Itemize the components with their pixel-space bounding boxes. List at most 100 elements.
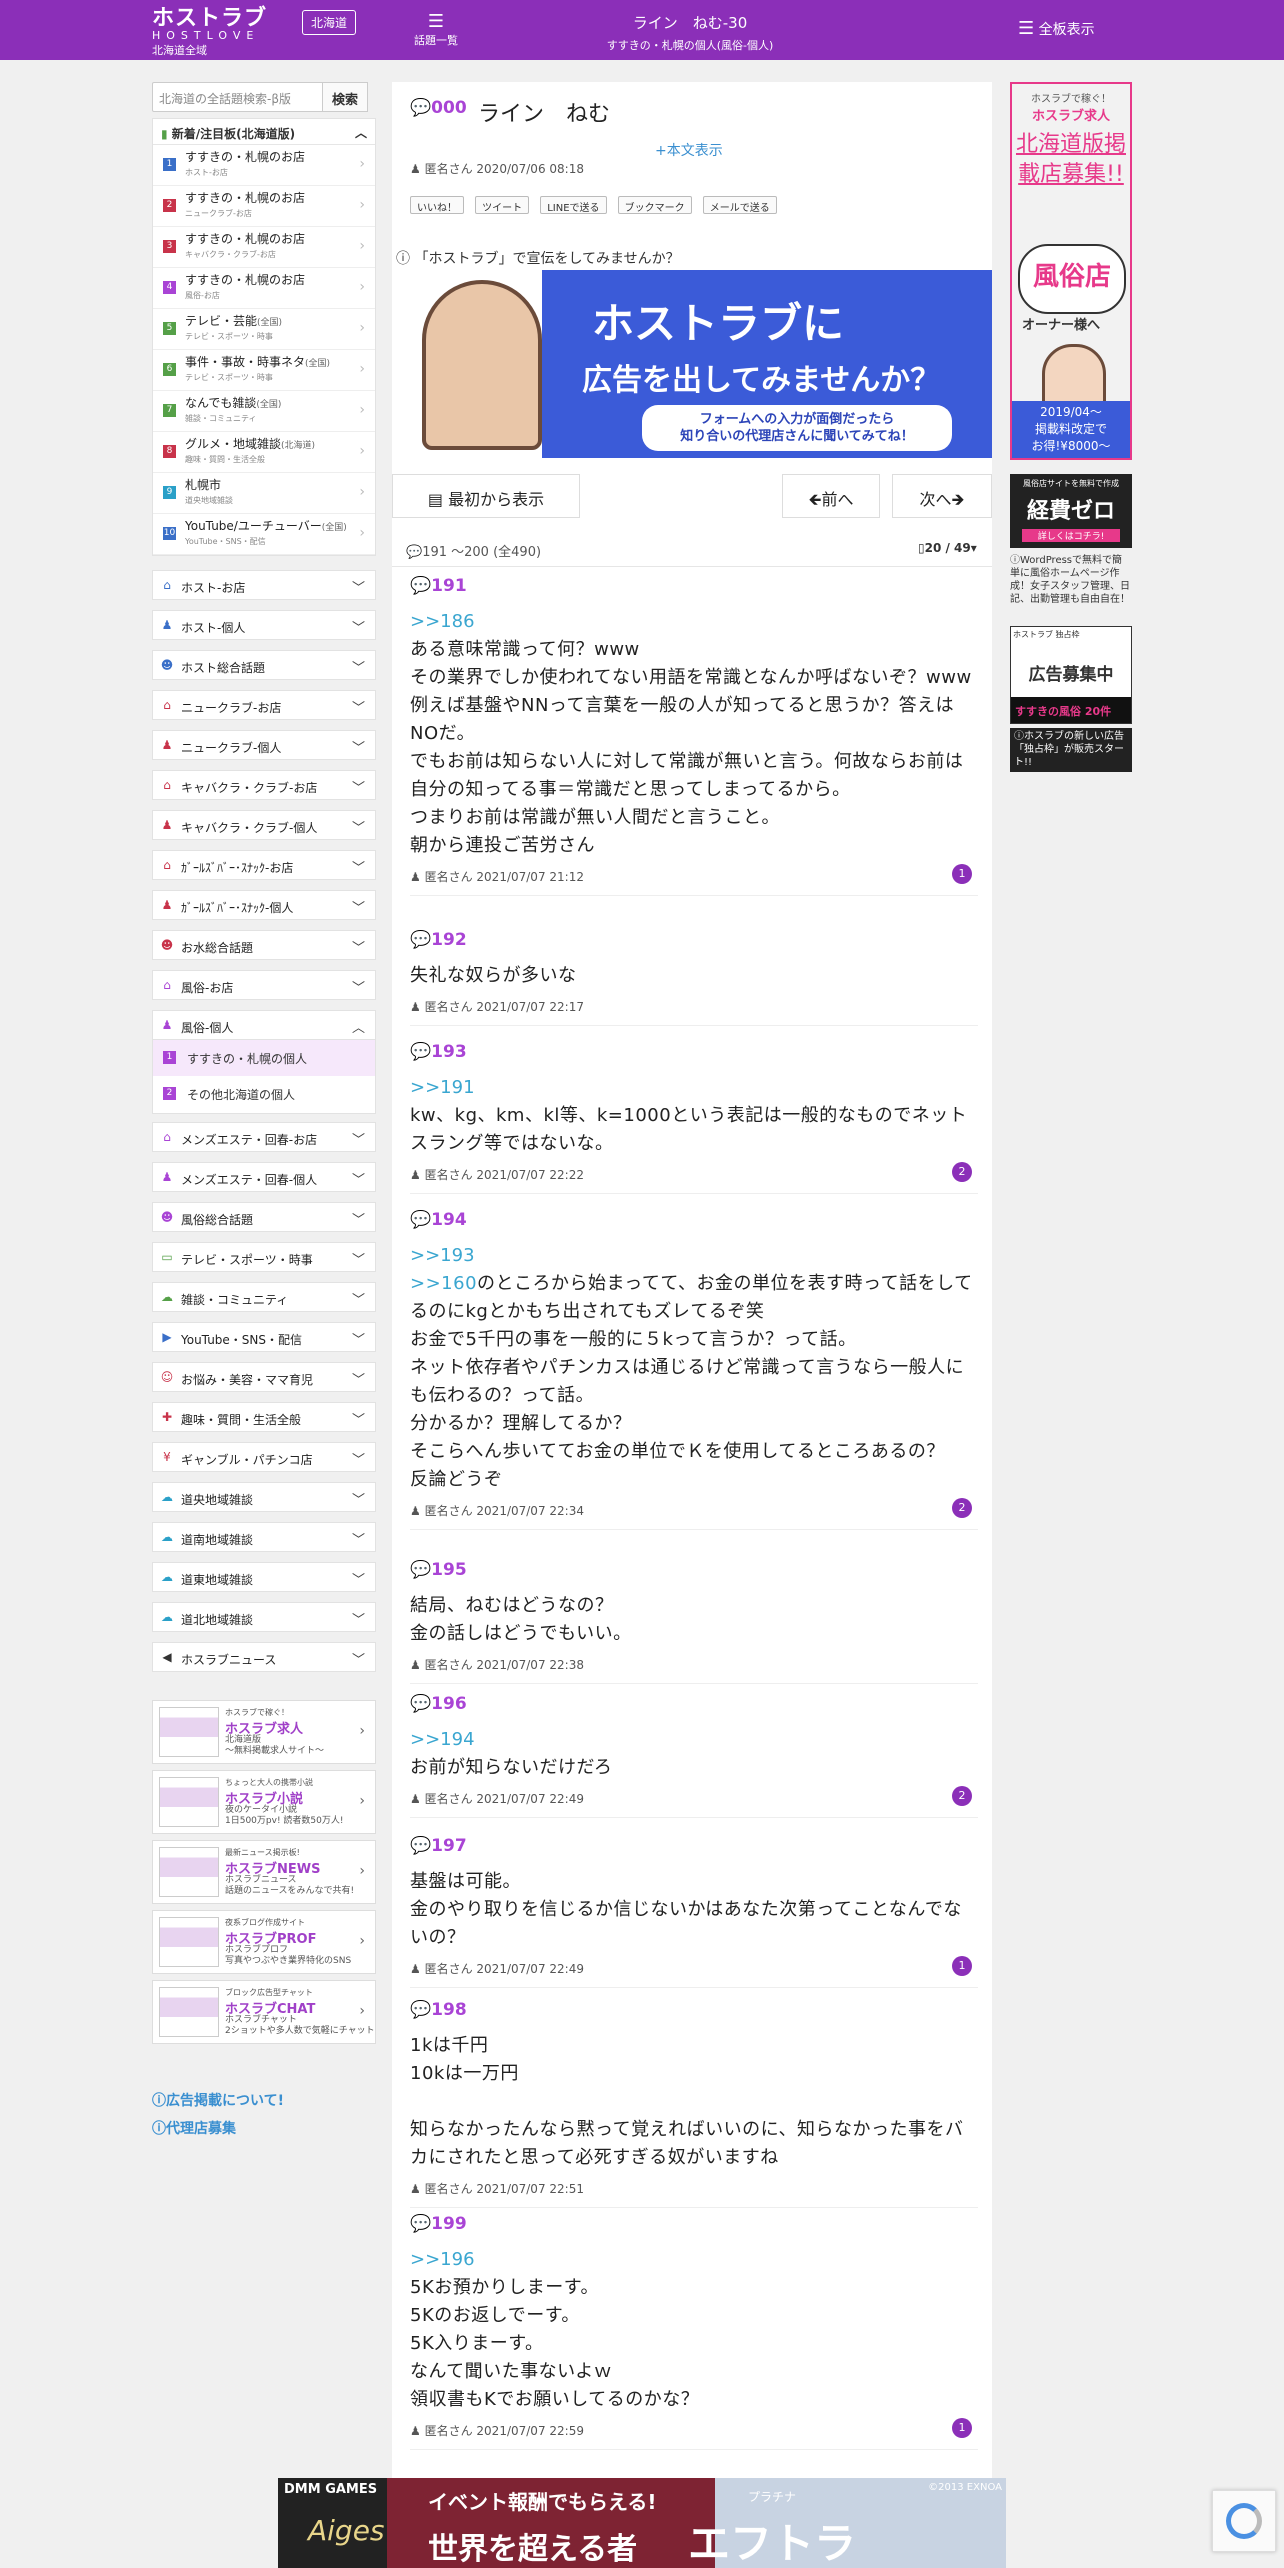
category-8[interactable]: ⌂ ｶﾞｰﾙｽﾞﾊﾞｰ･ｽﾅｯｸ-お店 ﹀ — [152, 850, 376, 880]
reaction-count-badge[interactable]: 2 — [952, 1786, 972, 1806]
game-ad-banner[interactable]: DMM GAMES Aiges イベント報酬でもらえる! 世界を超える者 プラチ… — [278, 2478, 1006, 2568]
ranking-item[interactable]: 1 すすきの・札幌のお店 ホスト-お店 › — [153, 145, 375, 186]
service-banner[interactable]: ブロック広告型チャット ホスラブCHAT ホスラブチャット 2ショットや多人数で気軽… — [152, 1980, 376, 2044]
sub-item-susukino[interactable]: 1 すすきの・札幌の個人 — [153, 1040, 375, 1076]
page-selector[interactable]: ▯20 / 49▾ — [918, 541, 977, 555]
ranking-item[interactable]: 7 なんでも雑談(全国) 雑談・コミュニティ › — [153, 391, 375, 432]
post-text: 5Kお預かりしまーす。 5Kのお返しでーす。 5K入りまーす。 なんて聞いた事な… — [410, 2277, 700, 2410]
post-text: 結局、ねむはどうなの？ 金の話しはどうでもいい。 — [410, 1595, 632, 1644]
service-banner[interactable]: ちょっと大人の携帯小説 ホスラブ小説 夜のケータイ小説 1日500万pv! 読者数5… — [152, 1770, 376, 1834]
ranking-header[interactable]: ▮ 新着/注目板(北海道版) ︿ — [153, 119, 375, 145]
agency-link[interactable]: ⓘ代理店募集 — [152, 2118, 236, 2138]
region-badge[interactable]: 北海道 — [302, 10, 357, 35]
chevron-up-icon: ︿ — [351, 1021, 365, 1036]
rank-number: 10 — [163, 527, 176, 540]
ranking-item[interactable]: 9 札幌市 道央地域雑談 › — [153, 473, 375, 514]
reply-anchor[interactable]: >>196 — [410, 2246, 978, 2274]
exclusive-ad-title: 広告募集中 — [1028, 665, 1114, 685]
service-banner[interactable]: 夜系ブログ作成サイト ホスラブPROF ホスラブプロフ 写真やつぶやき業界特化のSN… — [152, 1910, 376, 1974]
rank-sub: ニュークラブ-お店 — [185, 209, 252, 218]
free-site-ad[interactable]: 風俗店サイトを無料で作成 経費ゼロ 詳しくはコチラ! — [1010, 474, 1132, 548]
category-16[interactable]: ▭ テレビ・スポーツ・時事 ﹀ — [152, 1242, 376, 1272]
reaction-count-badge[interactable]: 2 — [952, 1498, 972, 1518]
category-10[interactable]: ☻ お水総合話題 ﹀ — [152, 930, 376, 960]
reply-anchor[interactable]: >>194 — [410, 1726, 978, 1754]
reply-anchor[interactable]: >>193 — [410, 1242, 978, 1270]
topics-button[interactable]: ☰ 話題一覧 — [414, 12, 458, 48]
category-12[interactable]: ♟ 風俗-個人 ︿ — [152, 1010, 376, 1040]
category-5[interactable]: ♟ ニュークラブ-個人 ﹀ — [152, 730, 376, 760]
person-icon: ♟ — [161, 618, 173, 632]
category-17[interactable]: ☁ 雑談・コミュニティ ﹀ — [152, 1282, 376, 1312]
line-share-button[interactable]: LINEで送る — [540, 196, 607, 214]
reaction-count-badge[interactable]: 1 — [952, 2418, 972, 2438]
category-21[interactable]: ¥ ギャンブル・パチンコ店 ﹀ — [152, 1442, 376, 1472]
post-item: 💬199 >>196 5Kお預かりしまーす。 5Kのお返しでーす。 5K入りまーす。… — [410, 2214, 978, 2450]
category-2[interactable]: ♟ ホスト-個人 ﹀ — [152, 610, 376, 640]
reaction-count-badge[interactable]: 1 — [952, 1956, 972, 1976]
reply-anchor[interactable]: >>160 — [410, 1273, 477, 1294]
group-icon: ☻ — [160, 1210, 174, 1224]
reply-anchor[interactable]: >>191 — [410, 1074, 978, 1102]
reply-anchor[interactable]: >>186 — [410, 608, 978, 636]
site-logo[interactable]: ホストラブ HOSTLOVE 北海道全域 — [152, 8, 267, 58]
post-item: 💬196 >>194 お前が知らないだけだろ ♟ 匿名さん 2021/07/07 22… — [410, 1694, 978, 1818]
prev-page-button[interactable]: 🡸前へ — [782, 474, 880, 518]
category-18[interactable]: ▶ YouTube・SNS・配信 ﹀ — [152, 1322, 376, 1352]
service-banner[interactable]: ホスラブで稼ぐ！ ホスラブ求人 北海道版 〜無料掲載求人サイト〜 › — [152, 1700, 376, 1764]
category-25[interactable]: ☁ 道北地域雑談 ﹀ — [152, 1602, 376, 1632]
category-9[interactable]: ♟ ｶﾞｰﾙｽﾞﾊﾞｰ･ｽﾅｯｸ-個人 ﹀ — [152, 890, 376, 920]
free-site-ad-desc: WordPressで無料で簡単に風俗ホームページ作成！女子スタッフ管理、日記、出… — [1010, 555, 1130, 605]
category-1[interactable]: ⌂ ホスト-お店 ﹀ — [152, 570, 376, 600]
category-6[interactable]: ⌂ キャバクラ・クラブ-お店 ﹀ — [152, 770, 376, 800]
category-15[interactable]: ☻ 風俗総合話題 ﹀ — [152, 1202, 376, 1232]
ranking-panel: ▮ 新着/注目板(北海道版) ︿ 1 すすきの・札幌のお店 ホスト-お店 › 2 すすきの… — [152, 118, 376, 556]
ranking-item[interactable]: 10 YouTube/ユーチューバー(全国) YouTube・SNS・配信 › — [153, 514, 375, 555]
recruit-ad-tag: ホスラブで稼ぐ！ — [1031, 94, 1111, 105]
reaction-count-badge[interactable]: 1 — [952, 864, 972, 884]
house-icon: ⌂ — [163, 698, 171, 712]
category-11[interactable]: ⌂ 風俗-お店 ﹀ — [152, 970, 376, 1000]
bookmark-button[interactable]: ブックマーク — [617, 196, 692, 214]
ranking-item[interactable]: 2 すすきの・札幌のお店 ニュークラブ-お店 › — [153, 186, 375, 227]
ad-banner[interactable]: ホストラブに 広告を出してみませんか？ フォームへの入力が面倒だったら 知り合い… — [392, 270, 992, 458]
category-19[interactable]: ☺ お悩み・美容・ママ育児 ﹀ — [152, 1362, 376, 1392]
first-page-button[interactable]: ▤ 最初から表示 — [392, 474, 580, 518]
service-banner[interactable]: 最新ニュース掲示板! ホスラブNEWS ホスラブニュース 話題のニュースをみんなで共… — [152, 1840, 376, 1904]
category-3[interactable]: ☻ ホスト総合話題 ﹀ — [152, 650, 376, 680]
ranking-item[interactable]: 6 事件・事故・時事ネタ(全国) テレビ・スポーツ・時事 › — [153, 350, 375, 391]
category-7[interactable]: ♟ キャバクラ・クラブ-個人 ﹀ — [152, 810, 376, 840]
category-24[interactable]: ☁ 道東地域雑談 ﹀ — [152, 1562, 376, 1592]
dmm-games-logo: DMM GAMES — [284, 2482, 378, 2497]
sub-item-other[interactable]: 2 その他北海道の個人 — [153, 1076, 375, 1112]
ranking-item[interactable]: 4 すすきの・札幌のお店 風俗-お店 › — [153, 268, 375, 309]
category-26[interactable]: ◀ ホスラブニュース ﹀ — [152, 1642, 376, 1672]
next-page-button[interactable]: 次へ🡺 — [892, 474, 992, 518]
category-4[interactable]: ⌂ ニュークラブ-お店 ﹀ — [152, 690, 376, 720]
category-label: お悩み・美容・ママ育児 — [181, 1373, 314, 1387]
show-body-link[interactable]: +本文表示 — [655, 140, 723, 160]
ranking-item[interactable]: 5 テレビ・芸能(全国) テレビ・スポーツ・時事 › — [153, 309, 375, 350]
recruit-ad[interactable]: ホスラブで稼ぐ！ ホスラブ求人 北海道版掲載店募集!! 風俗店 オーナー様へ 2… — [1010, 82, 1132, 460]
speech-bubble-icon: 💬 — [410, 1560, 432, 1580]
reaction-count-badge[interactable]: 2 — [952, 1162, 972, 1182]
facebook-like-button[interactable]: いいね！ — [410, 196, 464, 214]
tweet-button[interactable]: ツイート — [475, 196, 530, 214]
ad-info-link[interactable]: ⓘ広告掲載について! — [152, 2090, 284, 2110]
search-button[interactable]: 検索 — [322, 82, 368, 112]
ranking-item[interactable]: 3 すすきの・札幌のお店 キャバクラ・クラブ-お店 › — [153, 227, 375, 268]
category-22[interactable]: ☁ 道央地域雑談 ﹀ — [152, 1482, 376, 1512]
recaptcha-badge[interactable] — [1212, 2490, 1276, 2552]
recruit-ad-owner: オーナー様へ — [1022, 318, 1101, 333]
category-20[interactable]: ✚ 趣味・質問・生活全般 ﹀ — [152, 1402, 376, 1432]
rank-number: 9 — [163, 486, 176, 499]
tv-icon: ▭ — [161, 1250, 173, 1264]
speech-bubble-icon: 💬 — [410, 1836, 432, 1856]
category-23[interactable]: ☁ 道南地域雑談 ﹀ — [152, 1522, 376, 1552]
category-14[interactable]: ♟ メンズエステ・回春-個人 ﹀ — [152, 1162, 376, 1192]
all-boards-button[interactable]: ☰ 全板表示 — [1018, 18, 1095, 39]
category-13[interactable]: ⌂ メンズエステ・回春-お店 ﹀ — [152, 1122, 376, 1152]
exclusive-ad[interactable]: ホストラブ 独占枠 広告募集中 すすきの風俗 20件 — [1010, 626, 1132, 724]
mail-share-button[interactable]: メールで送る — [702, 196, 777, 214]
ranking-item[interactable]: 8 グルメ・地域雑談(北海道) 趣味・質問・生活全般 › — [153, 432, 375, 473]
